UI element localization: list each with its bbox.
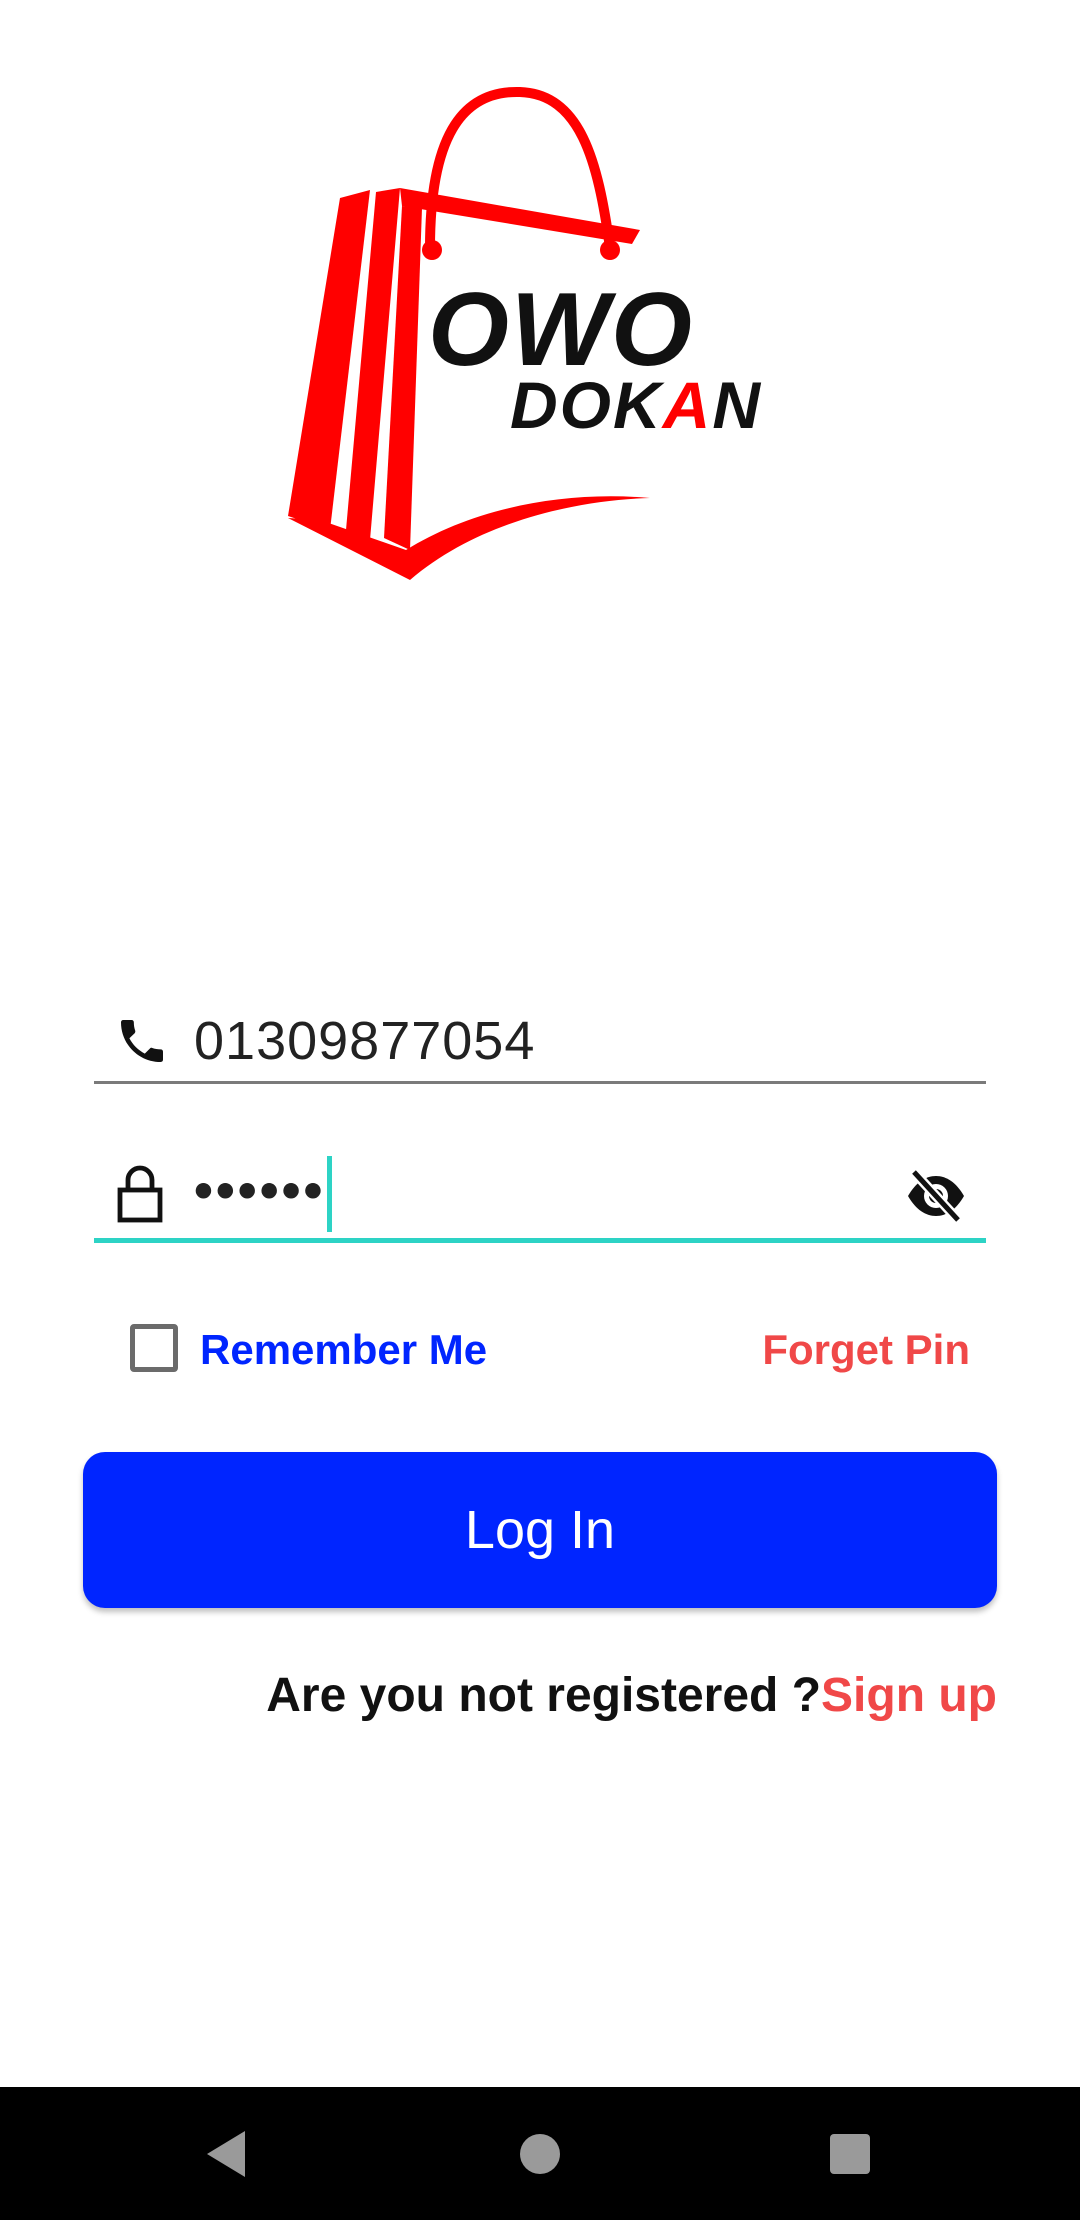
back-triangle-icon[interactable] — [200, 2127, 254, 2181]
phone-field[interactable]: 01309877054 — [94, 1000, 986, 1084]
register-prompt: Are you not registered ?Sign up — [266, 1668, 997, 1723]
recents-square-icon[interactable] — [823, 2127, 877, 2181]
remember-me-label[interactable]: Remember Me — [200, 1326, 487, 1374]
logo-text-dokan: DOKAN — [510, 368, 763, 442]
text-caret — [327, 1156, 333, 1232]
sign-up-link[interactable]: Sign up — [821, 1669, 997, 1722]
pin-field[interactable]: •••••• — [94, 1150, 986, 1243]
pin-input[interactable]: •••••• — [194, 1156, 333, 1232]
remember-me-checkbox[interactable] — [130, 1324, 178, 1372]
phone-input[interactable]: 01309877054 — [194, 1010, 535, 1072]
forget-pin-link[interactable]: Forget Pin — [762, 1326, 970, 1374]
login-button[interactable]: Log In — [83, 1452, 997, 1608]
eye-off-icon[interactable] — [904, 1168, 968, 1229]
owo-dokan-logo: OWO DOKAN — [280, 80, 840, 600]
lock-icon — [94, 1164, 194, 1224]
phone-icon — [94, 1013, 194, 1069]
login-options-row: Remember Me Forget Pin — [130, 1320, 970, 1380]
login-screen: OWO DOKAN 01309877054 •••••• Remember Me… — [0, 0, 1080, 2220]
register-question: Are you not registered ? — [266, 1669, 822, 1722]
logo-text-owo: OWO — [428, 272, 694, 388]
system-navigation-bar — [0, 2087, 1080, 2220]
home-circle-icon[interactable] — [513, 2127, 567, 2181]
